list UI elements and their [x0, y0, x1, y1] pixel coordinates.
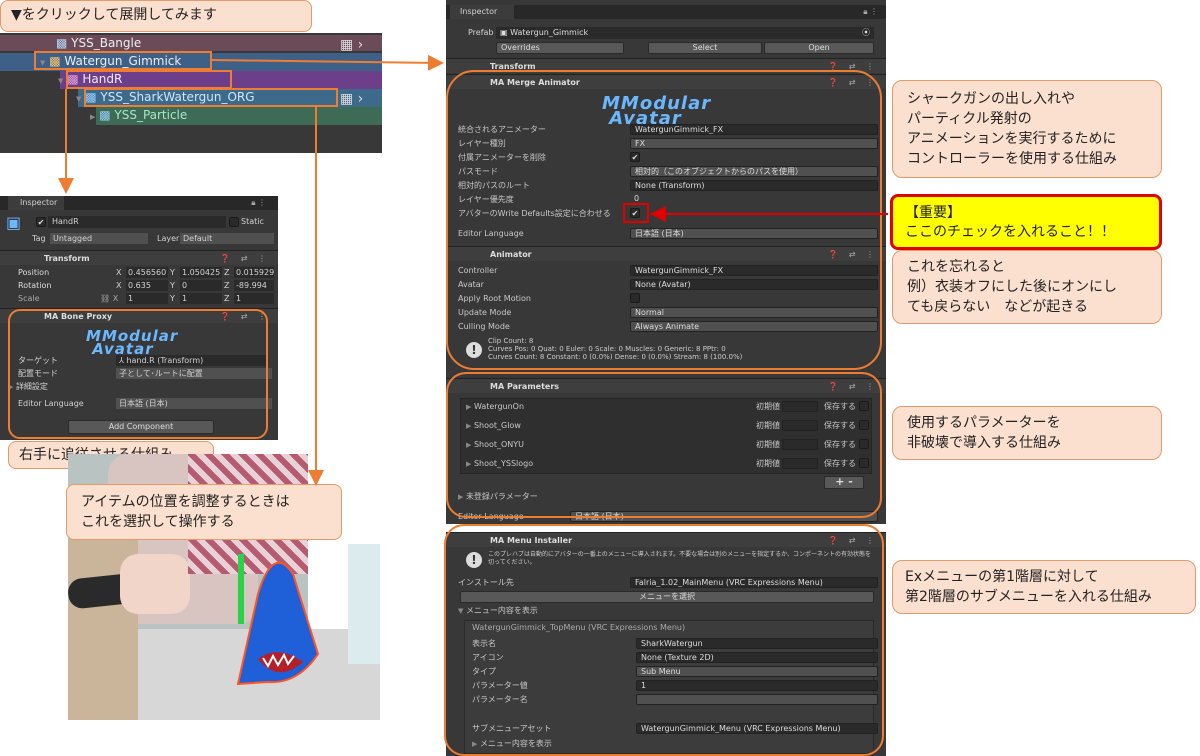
connector-arrows [58, 54, 888, 486]
